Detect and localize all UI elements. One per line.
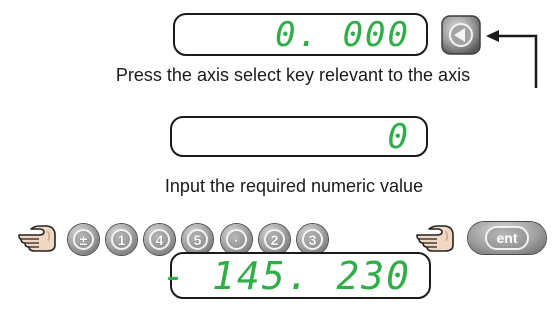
value-display-entry: 0: [170, 116, 428, 157]
key-label: ·: [226, 229, 247, 250]
instruction-axis-select: Press the axis select key relevant to th…: [115, 65, 471, 85]
enter-key[interactable]: ent: [468, 222, 546, 254]
decimal-point-key[interactable]: ·: [221, 224, 252, 255]
readout-value: 0: [387, 116, 410, 157]
key-label: ±: [73, 229, 94, 250]
key-label: ent: [485, 226, 529, 250]
pointing-hand-icon: [18, 225, 56, 252]
plus-minus-key[interactable]: ±: [68, 224, 99, 255]
digit-5-key[interactable]: 5: [182, 224, 213, 255]
readout-value: 0. 000: [275, 14, 410, 55]
key-label: 1: [111, 229, 132, 250]
digit-2-key[interactable]: 2: [259, 224, 290, 255]
digit-4-key[interactable]: 4: [144, 224, 175, 255]
key-label: 5: [187, 229, 208, 250]
key-label: 3: [302, 229, 323, 250]
readout-value: - 145. 230: [162, 253, 411, 298]
key-label: 2: [264, 229, 285, 250]
digit-3-key[interactable]: 3: [297, 224, 328, 255]
instruction-numeric-input: Input the required numeric value: [164, 176, 424, 196]
left-triangle-icon: [441, 15, 481, 55]
axis-display-initial: 0. 000: [173, 13, 428, 56]
digit-1-key[interactable]: 1: [106, 224, 137, 255]
value-display-result: - 145. 230: [162, 252, 431, 299]
pointing-hand-icon: [416, 225, 454, 252]
key-label: 4: [149, 229, 170, 250]
axis-select-key[interactable]: [441, 15, 481, 55]
